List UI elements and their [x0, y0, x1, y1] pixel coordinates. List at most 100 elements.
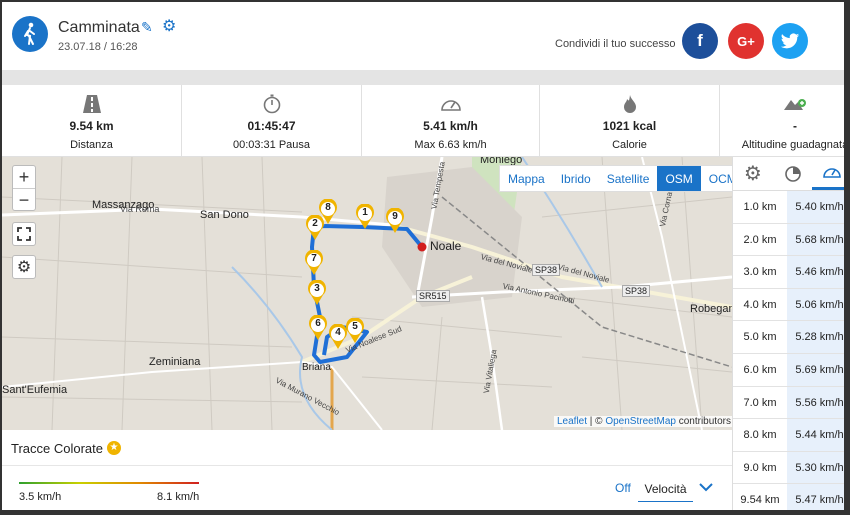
- stat-max-speed-label: Max 6.63 km/h: [414, 139, 487, 151]
- stat-calories: 1021 kcal Calorie: [540, 85, 720, 157]
- stat-distance-value: 9.54 km: [69, 119, 114, 133]
- attribution-separator: | ©: [587, 416, 606, 427]
- zoom-in-button[interactable]: +: [13, 166, 35, 188]
- pencil-icon[interactable]: ✎: [141, 20, 155, 34]
- fullscreen-icon: [17, 227, 31, 241]
- splits-table: ⚙ 1.0 km 5.40 km/h 2.0 km 5.68 km/h 3.0 km 5.…: [732, 157, 844, 510]
- stat-altitude-value: -: [793, 119, 797, 133]
- speedometer-icon: [362, 93, 539, 115]
- stat-duration: 01:45:47 00:03:31 Pausa: [182, 85, 362, 157]
- metric-select[interactable]: Velocità: [638, 476, 693, 502]
- split-row: 6.0 km 5.69 km/h: [733, 353, 844, 387]
- split-speed: 5.56 km/h: [787, 386, 844, 419]
- split-speed: 5.40 km/h: [787, 191, 844, 223]
- km-marker-label: 8: [325, 202, 331, 213]
- stat-altitude: - Altitudine guadagnata: [720, 85, 849, 157]
- road-label: SP38: [622, 285, 651, 297]
- stat-pause-label: 00:03:31 Pausa: [232, 139, 311, 151]
- place-label: Noale: [430, 239, 462, 253]
- layer-satellite[interactable]: Satellite: [599, 166, 658, 191]
- stat-altitude-label: Altitudine guadagnata: [741, 139, 849, 151]
- osm-link[interactable]: OpenStreetMap: [605, 416, 676, 427]
- road-label: SR515: [416, 290, 450, 302]
- stat-calories-value: 1021 kcal: [602, 119, 657, 133]
- share-label: Condividi il tuo successo: [555, 38, 676, 50]
- mountain-icon: [720, 93, 844, 115]
- place-label: Zeminiana: [149, 356, 201, 368]
- split-distance: 1.0 km: [743, 201, 777, 213]
- split-distance: 3.0 km: [743, 266, 777, 279]
- walking-icon: [12, 16, 48, 52]
- stat-speed-value: 5.41 km/h: [423, 119, 478, 133]
- split-row: 5.0 km 5.28 km/h: [733, 321, 844, 354]
- gear-icon[interactable]: ⚙: [162, 19, 176, 35]
- splits-header: ⚙: [733, 157, 844, 191]
- header-divider: [2, 70, 844, 85]
- km-marker-label: 6: [315, 318, 321, 329]
- divider: [2, 465, 732, 466]
- km-marker-label: 7: [311, 253, 317, 264]
- split-row: 1.0 km 5.40 km/h: [733, 191, 844, 224]
- split-speed: 5.06 km/h: [787, 288, 844, 321]
- pace-icon[interactable]: [773, 157, 813, 190]
- star-icon: ★: [107, 441, 121, 455]
- split-row: 8.0 km 5.44 km/h: [733, 419, 844, 452]
- split-row: 7.0 km 5.56 km/h: [733, 386, 844, 420]
- stat-distance-label: Distanza: [70, 139, 113, 151]
- place-label: Briana: [302, 362, 331, 373]
- colored-tracks-panel: Tracce Colorate ★ 3.5 km/h 8.1 km/h Off …: [2, 430, 732, 510]
- road-label: Via Roma: [120, 204, 160, 214]
- splits-rows: 1.0 km 5.40 km/h 2.0 km 5.68 km/h 3.0 km 5.46…: [733, 191, 844, 510]
- split-row: 9.54 km 5.47 km/h: [733, 484, 844, 510]
- stat-speed: 5.41 km/h Max 6.63 km/h: [362, 85, 540, 157]
- route-map[interactable]: Moniego Massanzago San Dono Noale Zemini…: [2, 157, 732, 430]
- zoom-out-button[interactable]: −: [13, 188, 35, 210]
- legend-min: 3.5 km/h: [19, 491, 62, 503]
- twitter-share-button[interactable]: t: [772, 23, 808, 59]
- stat-calories-label: Calorie: [612, 139, 647, 151]
- km-marker-label: 9: [392, 211, 398, 222]
- layer-osm[interactable]: OSM: [657, 166, 701, 191]
- split-speed: 5.30 km/h: [787, 451, 844, 484]
- gear-icon[interactable]: ⚙: [733, 157, 773, 190]
- split-row: 2.0 km 5.68 km/h: [733, 223, 844, 257]
- colored-tracks-title: Tracce Colorate: [11, 441, 103, 456]
- split-speed: 5.44 km/h: [787, 419, 844, 451]
- zoom-control: + −: [12, 165, 36, 211]
- split-distance: 8.0 km: [743, 429, 777, 442]
- activity-title: Camminata: [58, 19, 140, 36]
- map-settings-button[interactable]: ⚙: [12, 255, 36, 279]
- place-label: Robegano: [690, 303, 732, 315]
- fullscreen-button[interactable]: [12, 222, 36, 246]
- speed-gradient-legend: [19, 482, 199, 484]
- place-label: Sant'Eufemia: [2, 384, 68, 396]
- gear-icon: ⚙: [16, 259, 32, 276]
- googleplus-share-button[interactable]: G+: [728, 23, 764, 59]
- split-distance: 4.0 km: [743, 298, 777, 311]
- stats-bar: 9.54 km Distanza 01:45:47 00:03:31 Pausa…: [2, 85, 849, 157]
- split-speed: 5.47 km/h: [787, 484, 844, 510]
- attribution-tail: contributors: [675, 416, 731, 427]
- map-attribution: Leaflet | © OpenStreetMap contributors: [554, 416, 734, 427]
- chevron-down-icon[interactable]: [699, 479, 713, 495]
- layer-ibrido[interactable]: Ibrido: [553, 166, 599, 191]
- stat-duration-value: 01:45:47: [247, 119, 296, 133]
- km-marker-label: 1: [362, 207, 368, 218]
- km-marker-label: 3: [314, 283, 320, 294]
- road-icon: [2, 93, 181, 115]
- flame-icon: [540, 93, 719, 115]
- legend-max: 8.1 km/h: [157, 491, 200, 503]
- place-label: San Dono: [200, 209, 249, 221]
- split-distance: 9.54 km: [740, 494, 780, 507]
- leaflet-link[interactable]: Leaflet: [557, 416, 587, 427]
- activity-date: 23.07.18 / 16:28: [58, 41, 138, 53]
- split-distance: 5.0 km: [743, 331, 777, 344]
- off-toggle[interactable]: Off: [615, 481, 631, 495]
- facebook-share-button[interactable]: f: [682, 23, 718, 59]
- split-distance: 7.0 km: [743, 396, 777, 409]
- speedometer-icon[interactable]: [812, 157, 844, 190]
- layer-mappa[interactable]: Mappa: [500, 166, 553, 191]
- km-marker-label: 5: [352, 321, 358, 332]
- split-speed: 5.69 km/h: [787, 353, 844, 386]
- split-distance: 9.0 km: [743, 461, 777, 474]
